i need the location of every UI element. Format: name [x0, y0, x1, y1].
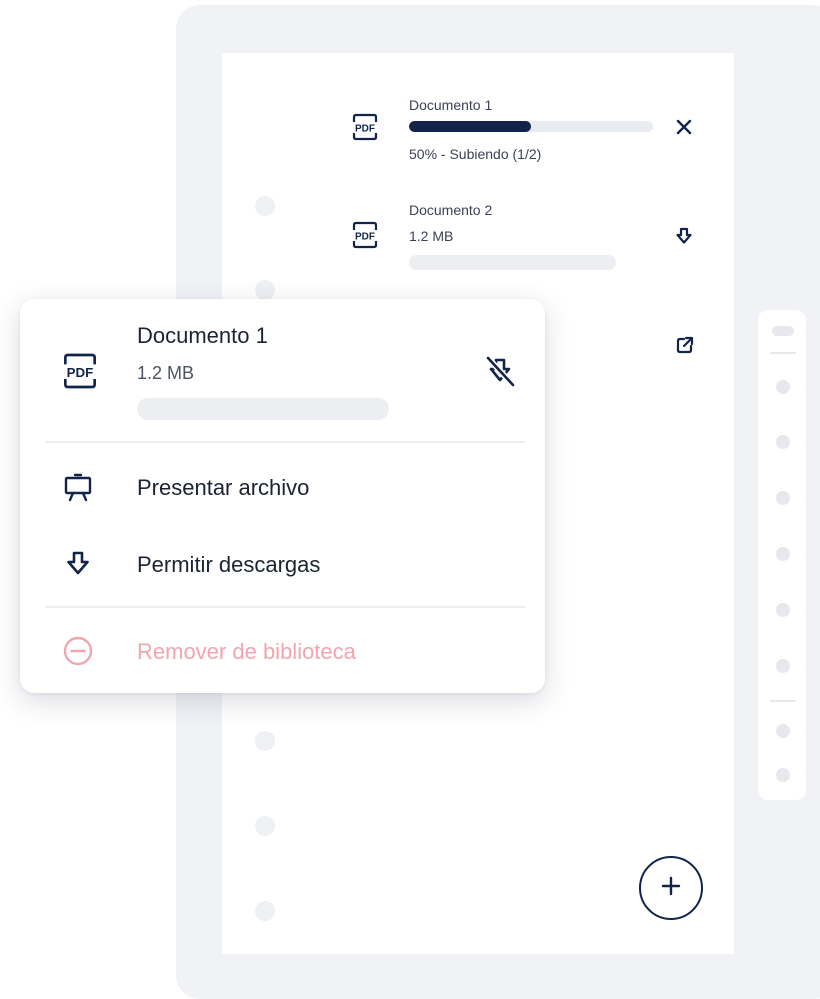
svg-text:PDF: PDF — [355, 232, 375, 243]
upload-progress-bar — [409, 121, 653, 132]
upload-status: 50% - Subiendo (1/2) — [409, 146, 542, 162]
presentation-easel-icon — [62, 471, 94, 503]
svg-text:PDF: PDF — [67, 365, 94, 380]
pdf-icon: PDF — [350, 112, 380, 142]
skeleton-dot — [255, 196, 275, 216]
present-file-menu-item[interactable]: Presentar archivo — [20, 459, 545, 515]
rail-pill — [772, 326, 794, 336]
download-disabled-icon — [480, 352, 520, 392]
upload-item-size: 1.2 MB — [409, 228, 454, 244]
minus-circle-icon — [62, 635, 94, 667]
rail-divider — [770, 700, 796, 702]
rail-dot — [776, 547, 790, 561]
pdf-icon: PDF — [350, 220, 380, 250]
download-arrow-icon[interactable] — [670, 222, 698, 250]
plus-icon — [660, 875, 682, 902]
rail-dot — [776, 659, 790, 673]
rail-dot — [776, 603, 790, 617]
menu-file-size: 1.2 MB — [137, 363, 195, 383]
upload-progress-fill — [409, 121, 531, 132]
menu-file-name: Documento 1 — [137, 323, 268, 348]
right-toolbar — [758, 310, 806, 800]
file-context-menu: PDF Documento 1 1.2 MB Presentar archivo — [20, 299, 545, 693]
upload-item-name: Documento 1 — [409, 97, 493, 113]
skeleton-dot — [255, 816, 275, 836]
add-file-button[interactable] — [639, 856, 703, 920]
skeleton-bar — [137, 398, 389, 420]
menu-divider — [45, 441, 525, 443]
present-file-label: Presentar archivo — [137, 475, 310, 500]
external-link-icon[interactable] — [671, 331, 699, 359]
pdf-icon: PDF — [60, 351, 100, 391]
skeleton-dot — [255, 731, 275, 751]
skeleton-dot — [255, 280, 275, 300]
rail-divider — [770, 352, 796, 354]
close-icon[interactable] — [670, 113, 698, 141]
rail-dot — [776, 380, 790, 394]
remove-from-library-label: Remover de biblioteca — [137, 639, 356, 664]
skeleton-dot — [255, 901, 275, 921]
allow-downloads-menu-item[interactable]: Permitir descargas — [20, 536, 545, 592]
download-arrow-icon — [62, 548, 94, 580]
skeleton-bar — [409, 255, 616, 270]
allow-downloads-label: Permitir descargas — [137, 552, 321, 577]
rail-dot — [776, 491, 790, 505]
rail-dot — [776, 724, 790, 738]
svg-text:PDF: PDF — [355, 124, 375, 135]
upload-item-name: Documento 2 — [409, 202, 493, 218]
rail-dot — [776, 435, 790, 449]
remove-from-library-menu-item[interactable]: Remover de biblioteca — [20, 623, 545, 679]
menu-divider — [45, 606, 525, 608]
rail-dot — [776, 768, 790, 782]
